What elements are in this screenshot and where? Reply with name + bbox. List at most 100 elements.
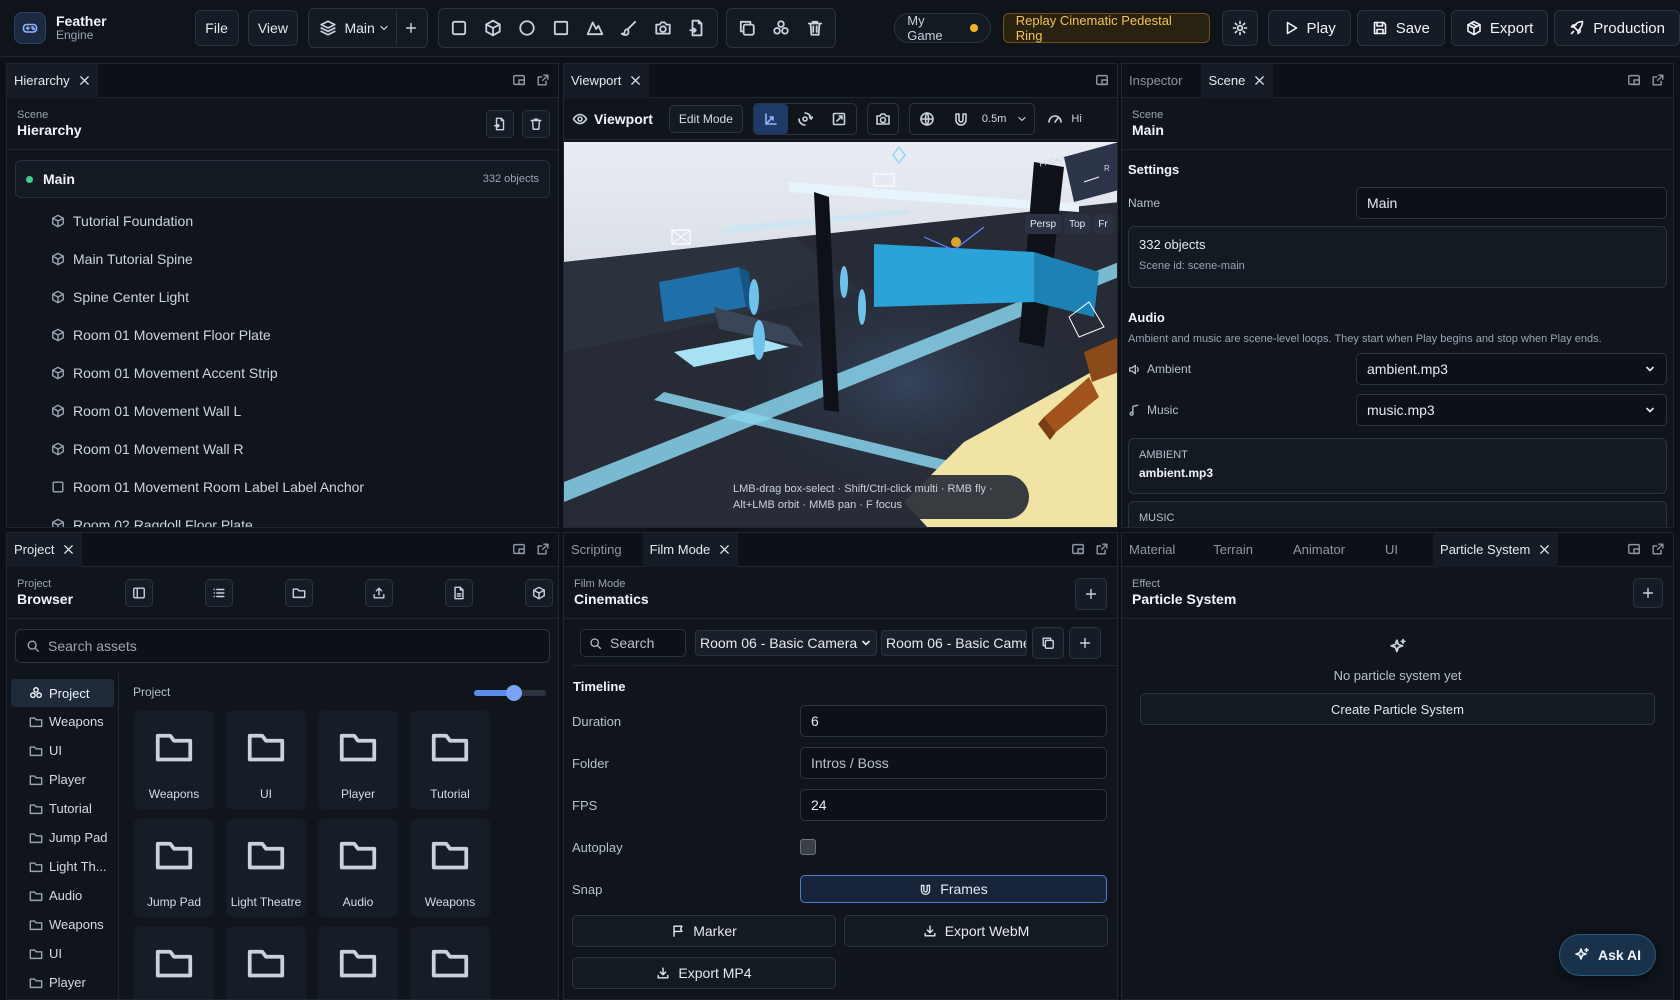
scene-name-field[interactable]: Main [1356, 187, 1667, 219]
tab-scene[interactable]: Scene [1201, 64, 1274, 98]
new-folder-button[interactable] [285, 579, 313, 607]
camera-icon[interactable] [866, 102, 899, 135]
export-webm-button[interactable]: Export WebM [844, 915, 1108, 947]
tab-animator[interactable]: Animator [1286, 533, 1352, 567]
popout-icon[interactable] [1095, 542, 1109, 556]
trash-icon[interactable] [798, 12, 832, 44]
brush-icon[interactable] [612, 12, 646, 44]
list-item[interactable]: Spine Center Light [7, 278, 558, 316]
tree-item[interactable]: UI [7, 736, 118, 765]
hidden-toggle[interactable]: Hi [1071, 113, 1081, 125]
add-scene-button[interactable] [395, 12, 424, 44]
replay-cinematic-button[interactable]: Replay Cinematic Pedestal Ring [1002, 13, 1211, 43]
asset-tile[interactable]: Weapons [134, 711, 214, 809]
tab-film-mode[interactable]: Film Mode [642, 533, 739, 567]
cinematic-name-field[interactable]: Room 06 - Basic Camer [881, 630, 1027, 656]
edit-mode-button[interactable]: Edit Mode [668, 104, 743, 133]
tab-hierarchy[interactable]: Hierarchy [7, 64, 98, 98]
tree-item[interactable]: Weapons [7, 910, 118, 939]
upload-button[interactable] [365, 579, 393, 607]
cube-icon[interactable] [476, 12, 510, 44]
tree-item[interactable]: Player [7, 968, 118, 997]
scene-select[interactable]: Main [344, 20, 374, 36]
tree-root[interactable]: Project [11, 679, 114, 707]
package-button[interactable] [525, 579, 553, 607]
chevron-down-icon[interactable] [378, 22, 390, 34]
rotate-tool-icon[interactable] [788, 104, 822, 134]
square-icon[interactable] [442, 12, 476, 44]
close-icon[interactable] [1538, 543, 1551, 556]
close-icon[interactable] [629, 74, 642, 87]
tree-item[interactable]: Jump Pad [7, 823, 118, 852]
close-icon[interactable] [78, 74, 91, 87]
list-item[interactable]: Room 02 Ragdoll Floor Plate [7, 506, 558, 527]
ambient-select[interactable]: ambient.mp3 [1356, 353, 1667, 385]
tree-item[interactable]: Tutorial [7, 794, 118, 823]
create-particle-system-button[interactable]: Create Particle System [1140, 693, 1655, 725]
tab-material[interactable]: Material [1122, 533, 1182, 567]
add-effect-button[interactable] [1633, 578, 1663, 608]
chevron-down-icon[interactable] [1016, 113, 1028, 125]
close-icon[interactable] [62, 543, 75, 556]
tab-ui[interactable]: UI [1378, 533, 1405, 567]
viewport-canvas[interactable]: FRONT R Persp Top Fr LMB-drag box-select… [564, 142, 1117, 527]
tab-scripting[interactable]: Scripting [564, 533, 629, 567]
tab-project[interactable]: Project [7, 533, 83, 567]
persp-button[interactable]: Persp [1025, 214, 1062, 234]
list-item[interactable]: Room 01 Movement Floor Plate [7, 316, 558, 354]
music-select[interactable]: music.mp3 [1356, 394, 1667, 426]
gizmo-side-label[interactable]: R [1104, 164, 1110, 173]
asset-tile[interactable]: Weapons [410, 819, 490, 917]
front-view-button[interactable]: Fr [1093, 214, 1113, 234]
new-file-button[interactable] [445, 579, 473, 607]
close-icon[interactable] [1253, 74, 1266, 87]
ask-ai-button[interactable]: Ask AI [1559, 934, 1656, 976]
settings-button[interactable] [1222, 10, 1258, 46]
import-object-button[interactable] [486, 110, 514, 138]
popout-icon[interactable] [1651, 73, 1665, 87]
list-item[interactable]: Room 01 Movement Room Label Label Anchor [7, 468, 558, 506]
popout-icon[interactable] [536, 542, 550, 556]
tab-inspector[interactable]: Inspector [1122, 64, 1189, 98]
dock-icon[interactable] [1071, 542, 1085, 556]
asset-tile[interactable]: Jump Pad [134, 819, 214, 917]
duration-field[interactable]: 6 [800, 705, 1107, 737]
project-status[interactable]: My Game [894, 13, 991, 43]
snap-distance[interactable]: 0.5m [982, 113, 1006, 125]
cinematic-select[interactable]: Room 06 - Basic Camera P [695, 630, 877, 656]
list-item[interactable]: Room 01 Movement Wall L [7, 392, 558, 430]
popout-icon[interactable] [1651, 542, 1665, 556]
group-icon[interactable] [764, 12, 798, 44]
popout-icon[interactable] [536, 73, 550, 87]
list-item[interactable]: Tutorial Foundation [7, 202, 558, 240]
asset-tile[interactable]: Tutorial [410, 711, 490, 809]
dock-icon[interactable] [1095, 73, 1109, 87]
dock-icon[interactable] [1627, 73, 1641, 87]
toggle-sidebar-button[interactable] [125, 579, 153, 607]
add-cinematic-button[interactable] [1075, 578, 1107, 610]
asset-tile[interactable]: Audio [318, 819, 398, 917]
tree-item[interactable]: Audio [7, 881, 118, 910]
dock-icon[interactable] [512, 542, 526, 556]
dock-icon[interactable] [1627, 542, 1641, 556]
top-view-button[interactable]: Top [1064, 214, 1091, 234]
asset-tile[interactable] [226, 927, 306, 999]
new-cinematic-button[interactable] [1069, 627, 1101, 659]
play-button[interactable]: Play [1267, 10, 1351, 46]
scene-root-row[interactable]: Main 332 objects [15, 160, 550, 198]
list-item[interactable]: Main Tutorial Spine [7, 240, 558, 278]
tree-item[interactable]: Light Th... [7, 852, 118, 881]
folder-field[interactable]: Intros / Boss [800, 747, 1107, 779]
tree-item[interactable]: UI [7, 939, 118, 968]
film-search[interactable]: Search [580, 629, 686, 657]
tab-viewport[interactable]: Viewport [564, 64, 650, 98]
zoom-slider[interactable] [474, 685, 546, 701]
search-assets[interactable]: Search assets [15, 629, 550, 663]
export-button[interactable]: Export [1450, 10, 1549, 46]
list-item[interactable]: Room 01 Movement Accent Strip [7, 354, 558, 392]
asset-tile[interactable] [134, 927, 214, 999]
sphere-icon[interactable] [510, 12, 544, 44]
plane-icon[interactable] [544, 12, 578, 44]
camera-icon[interactable] [646, 12, 680, 44]
magnet-icon[interactable] [944, 104, 978, 134]
